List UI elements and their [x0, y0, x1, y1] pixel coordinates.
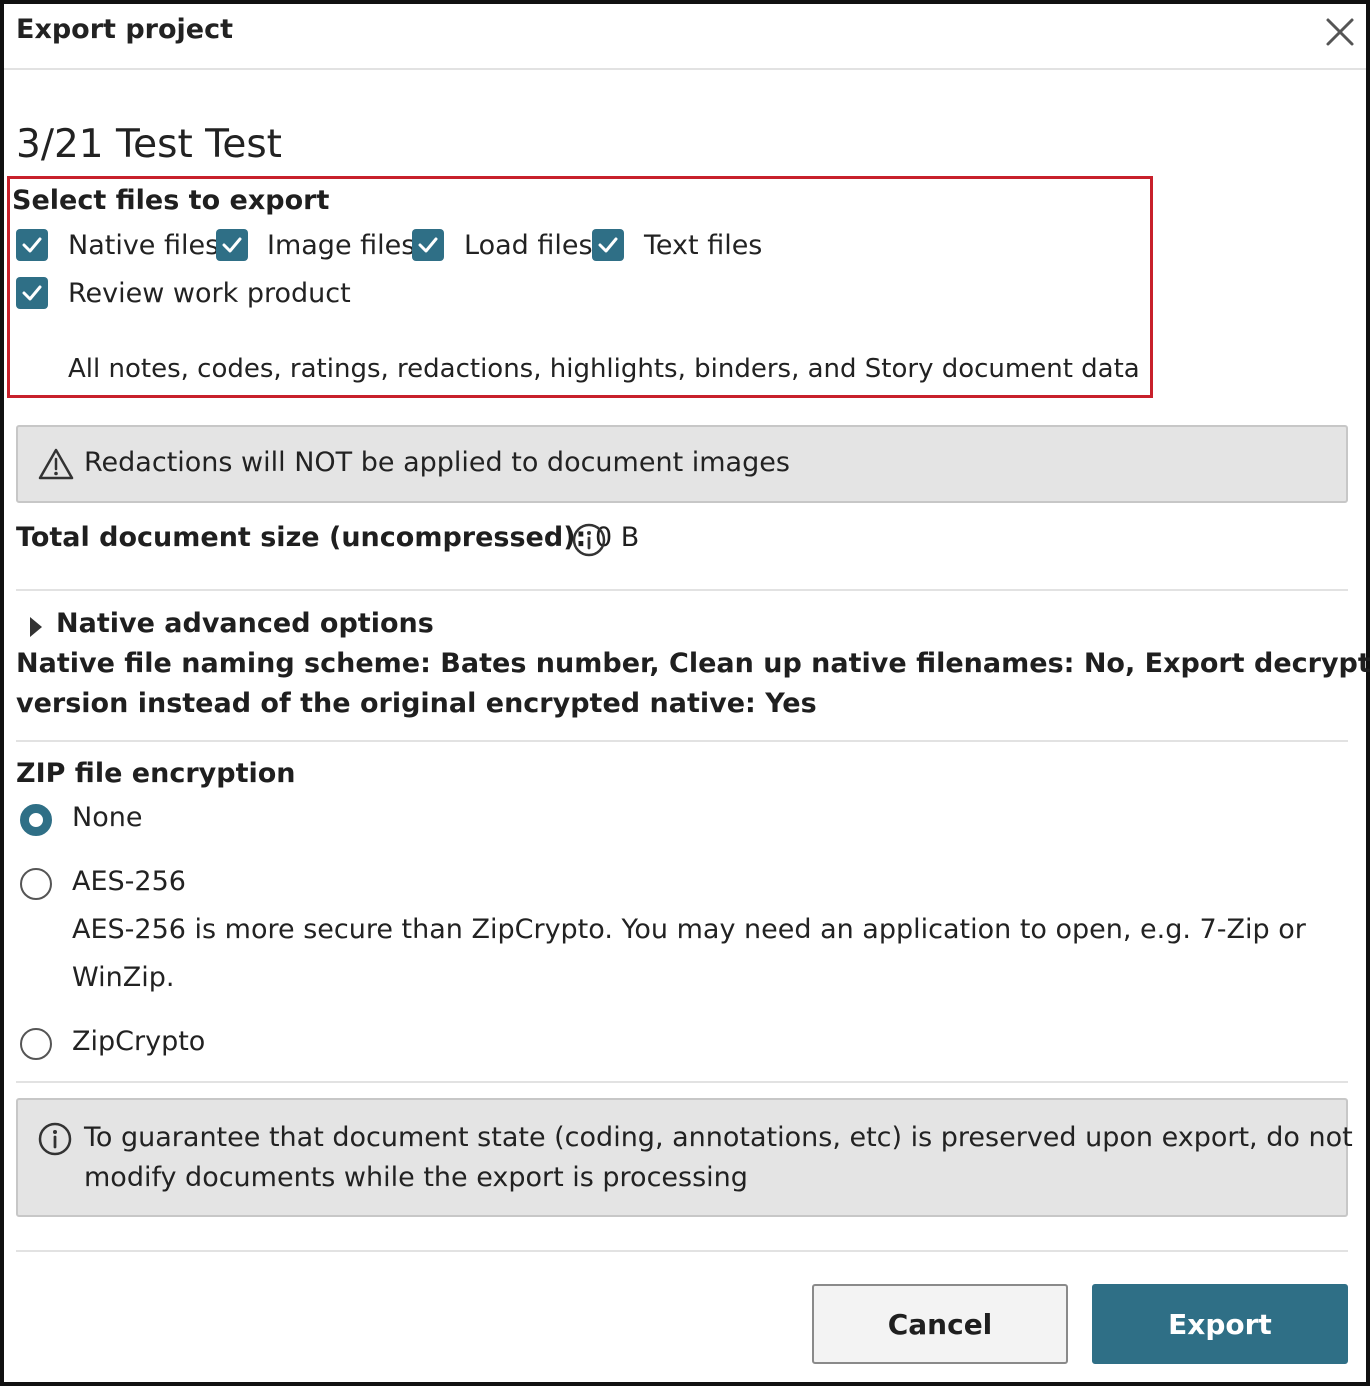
select-files-heading: Select files to export	[12, 185, 330, 216]
radio-zipcrypto-label[interactable]: ZipCrypto	[72, 1026, 205, 1057]
total-size-row: Total document size (uncompressed): 0 B	[16, 522, 639, 553]
zip-encryption-heading: ZIP file encryption	[16, 758, 296, 789]
info-icon[interactable]	[572, 523, 606, 557]
review-work-product-description: All notes, codes, ratings, redactions, h…	[68, 354, 1140, 384]
info-notice-line1: To guarantee that document state (coding…	[84, 1122, 1353, 1153]
native-files-checkbox[interactable]	[16, 229, 48, 261]
cancel-button[interactable]: Cancel	[812, 1284, 1068, 1364]
review-work-product-label[interactable]: Review work product	[68, 278, 351, 309]
divider	[16, 1081, 1348, 1083]
checkmark-icon	[22, 237, 42, 253]
divider	[16, 589, 1348, 591]
native-options-summary-line2: version instead of the original encrypte…	[16, 688, 817, 719]
export-dialog: Export project 3/21 Test Test Select fil…	[0, 0, 1370, 1386]
image-files-label[interactable]: Image files	[267, 230, 415, 261]
export-button[interactable]: Export	[1092, 1284, 1348, 1364]
text-files-label[interactable]: Text files	[644, 230, 762, 261]
load-files-checkbox[interactable]	[412, 229, 444, 261]
footer-divider	[16, 1250, 1348, 1252]
caret-right-icon[interactable]	[28, 615, 44, 639]
radio-aes-256[interactable]	[20, 868, 52, 900]
close-button[interactable]	[1320, 12, 1360, 52]
redaction-warning-text: Redactions will NOT be applied to docume…	[84, 447, 790, 478]
radio-zipcrypto[interactable]	[20, 1028, 52, 1060]
aes-description-line2: WinZip.	[72, 962, 175, 993]
radio-none-label[interactable]: None	[72, 802, 142, 833]
total-size-label: Total document size (uncompressed):	[16, 522, 587, 553]
warning-icon	[38, 448, 74, 480]
divider	[16, 740, 1348, 742]
checkmark-icon	[598, 237, 618, 253]
text-files-checkbox[interactable]	[592, 229, 624, 261]
info-icon	[38, 1122, 72, 1156]
export-info-notice: To guarantee that document state (coding…	[16, 1098, 1353, 1217]
checkmark-icon	[418, 237, 438, 253]
checkmark-icon	[222, 237, 242, 253]
header-divider	[4, 68, 1366, 70]
redaction-warning-alert: Redactions will NOT be applied to docume…	[16, 425, 1348, 503]
image-files-checkbox[interactable]	[216, 229, 248, 261]
info-notice-line2: modify documents while the export is pro…	[84, 1162, 748, 1193]
native-files-label[interactable]: Native files	[68, 230, 219, 261]
review-work-product-checkbox[interactable]	[16, 277, 48, 309]
radio-aes-256-label[interactable]: AES-256	[72, 866, 186, 897]
checkmark-icon	[22, 285, 42, 301]
close-icon	[1326, 18, 1354, 46]
radio-none[interactable]	[20, 804, 52, 836]
project-name: 3/21 Test Test	[16, 122, 282, 167]
dialog-title: Export project	[16, 14, 234, 45]
load-files-label[interactable]: Load files	[464, 230, 593, 261]
native-options-summary-line1: Native file naming scheme: Bates number,…	[16, 648, 1370, 679]
aes-description-line1: AES-256 is more secure than ZipCrypto. Y…	[72, 914, 1306, 945]
native-advanced-options-toggle[interactable]: Native advanced options	[56, 608, 434, 639]
